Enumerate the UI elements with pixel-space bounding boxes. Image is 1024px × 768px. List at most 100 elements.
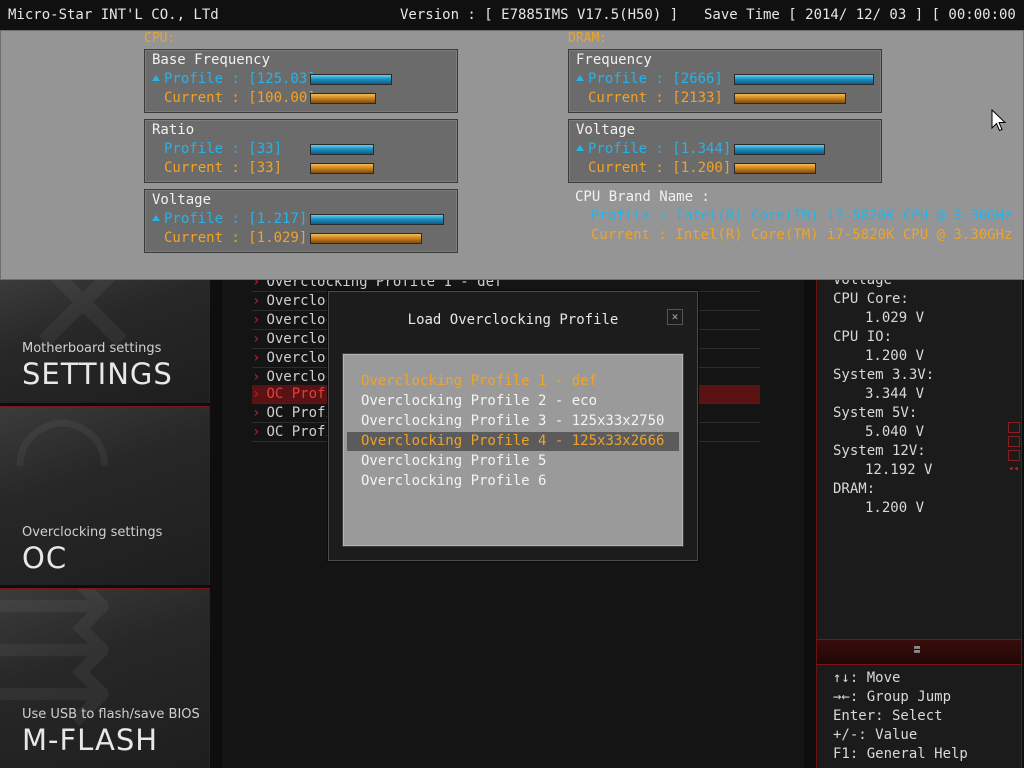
profile-value: Profile : [125.03] <box>164 71 316 87</box>
system-33v-label: System 3.3V: <box>833 367 935 383</box>
chevron-right-icon: › <box>252 369 261 385</box>
system-12v-label: System 12V: <box>833 443 926 459</box>
dram-voltage-box: Voltage Profile : [1.344] Current : [1.2… <box>568 119 882 183</box>
current-value: Current : [33] <box>164 160 283 176</box>
nav-settings-title: SETTINGS <box>22 357 173 391</box>
cpu-io-label: CPU IO: <box>833 329 893 345</box>
current-bar <box>310 163 374 174</box>
cpu-voltage-box: Voltage Profile : [1.217] Current : [1.0… <box>144 189 458 253</box>
profile-info-panel: CPU: DRAM: Base Frequency Profile : [125… <box>0 30 1024 280</box>
chevron-right-icon: › <box>252 312 261 328</box>
profile-value: Profile : [1.217] <box>164 211 308 227</box>
nav-oc-title: OC <box>22 541 68 575</box>
nav-oc-subtitle: Overclocking settings <box>22 525 163 540</box>
chevron-right-icon: › <box>252 405 261 421</box>
chevron-right-icon: › <box>252 350 261 366</box>
up-arrow-icon <box>152 75 160 81</box>
grip-icon: ▬ ▬ <box>913 642 921 657</box>
close-icon[interactable]: ✕ <box>667 309 683 325</box>
dram-section-label: DRAM: <box>568 31 608 46</box>
nav-mflash-title: M-FLASH <box>22 723 159 757</box>
chevron-right-icon: › <box>252 331 261 347</box>
profile-value: Profile : [2666] <box>588 71 723 87</box>
current-bar <box>734 93 846 104</box>
current-row: Current : [1.200] <box>576 160 731 176</box>
cpu-base-frequency-box: Base Frequency Profile : [125.03] Curren… <box>144 49 458 113</box>
profile-option[interactable]: Overclocking Profile 3 - 125x33x2750 <box>347 412 679 431</box>
help-value: +/-: Value <box>833 727 918 743</box>
chevron-right-icon: › <box>252 293 261 309</box>
up-arrow-icon <box>576 75 584 81</box>
dialog-title: Load Overclocking Profile <box>407 312 619 328</box>
box-title: Base Frequency <box>152 52 271 68</box>
hardware-monitor-panel: Voltage CPU Core: 1.029 V CPU IO: 1.200 … <box>816 272 1022 768</box>
dram-label: DRAM: <box>833 481 876 497</box>
up-arrow-icon <box>152 215 160 221</box>
box-title: Ratio <box>152 122 195 138</box>
profile-bar <box>734 144 825 155</box>
current-value: Current : [1.200] <box>588 160 732 176</box>
chevron-right-icon: › <box>252 424 261 440</box>
profile-bar <box>310 214 444 225</box>
profile-row: Profile : [1.217] <box>152 211 307 227</box>
profile-value: Profile : [1.344] <box>588 141 732 157</box>
profile-row: Profile : [1.344] <box>576 141 731 157</box>
profile-value: Profile : [33] <box>164 141 283 157</box>
profile-row: Profile : [125.03] <box>152 71 316 87</box>
profile-option[interactable]: Overclocking Profile 1 - def <box>347 372 679 391</box>
current-bar <box>734 163 816 174</box>
side-tab[interactable] <box>1008 422 1020 433</box>
current-value: Current : [1.029] <box>164 230 308 246</box>
gauge-icon: ◠ <box>10 406 115 526</box>
profile-option[interactable]: Overclocking Profile 2 - eco <box>347 392 679 411</box>
chevron-right-icon: › <box>252 386 261 402</box>
current-row: Current : [33] <box>152 160 282 176</box>
nav-mflash[interactable]: ⇶ Use USB to flash/save BIOS M-FLASH <box>0 588 210 768</box>
nav-settings-subtitle: Motherboard settings <box>22 341 162 356</box>
profile-bar <box>734 74 874 85</box>
cpu-core-label: CPU Core: <box>833 291 909 307</box>
current-row: Current : [100.00] <box>152 90 316 106</box>
box-title: Frequency <box>576 52 652 68</box>
system-5v-label: System 5V: <box>833 405 918 421</box>
company-name: Micro-Star INT'L CO., LTd <box>8 7 219 23</box>
nav-mflash-subtitle: Use USB to flash/save BIOS <box>22 707 200 722</box>
dram-frequency-box: Frequency Profile : [2666] Current : [21… <box>568 49 882 113</box>
current-value: Current : [100.00] <box>164 90 316 106</box>
profile-row: Profile : [2666] <box>576 71 723 87</box>
title-bar: Micro-Star INT'L CO., LTd Version : [ E7… <box>0 0 1024 53</box>
profile-option-selected[interactable]: Overclocking Profile 4 - 125x33x2666 <box>347 432 679 451</box>
help-move: ↑↓: Move <box>833 670 901 686</box>
current-bar <box>310 93 376 104</box>
panel-divider[interactable]: ▬ ▬ <box>817 639 1021 665</box>
profile-listbox: Overclocking Profile 1 - def Overclockin… <box>342 353 684 547</box>
side-tab[interactable] <box>1008 450 1020 461</box>
profile-option[interactable]: Overclocking Profile 6 <box>347 472 679 491</box>
box-title: Voltage <box>152 192 212 208</box>
cpu-brand-current: Current : Intel(R) Core(TM) i7-5820K CPU… <box>591 227 1013 243</box>
help-group-jump: →←: Group Jump <box>833 689 952 705</box>
cpu-io-value: 1.200 V <box>865 348 925 364</box>
dram-value: 1.200 V <box>865 500 925 516</box>
cpu-ratio-box: Ratio Profile : [33] Current : [33] <box>144 119 458 183</box>
bios-version: Version : [ E7885IMS V17.5(H50) ] <box>400 7 679 23</box>
system-33v-value: 3.344 V <box>865 386 925 402</box>
system-12v-value: 12.192 V <box>865 462 933 478</box>
profile-row: Profile : [33] <box>152 141 282 157</box>
current-row: Current : [1.029] <box>152 230 307 246</box>
help-f1: F1: General Help <box>833 746 968 762</box>
profile-option[interactable]: Overclocking Profile 5 <box>347 452 679 471</box>
nav-oc[interactable]: ◠ Overclocking settings OC <box>0 406 210 585</box>
side-tabs[interactable]: ◂◂ <box>1008 422 1022 474</box>
box-title: Voltage <box>576 122 636 138</box>
nav-settings[interactable]: ✕ Motherboard settings SETTINGS <box>0 279 210 403</box>
cpu-brand-title: CPU Brand Name : <box>575 189 710 205</box>
help-enter: Enter: Select <box>833 708 943 724</box>
mouse-cursor-icon <box>991 109 1007 132</box>
cpu-brand-profile: Profile : Intel(R) Core(TM) i7-5820K CPU… <box>591 208 1013 224</box>
double-chevron-left-icon[interactable]: ◂◂ <box>1008 464 1022 474</box>
side-tab[interactable] <box>1008 436 1020 447</box>
load-profile-dialog: Load Overclocking Profile ✕ Overclocking… <box>328 291 698 561</box>
profile-bar <box>310 74 392 85</box>
system-5v-value: 5.040 V <box>865 424 925 440</box>
